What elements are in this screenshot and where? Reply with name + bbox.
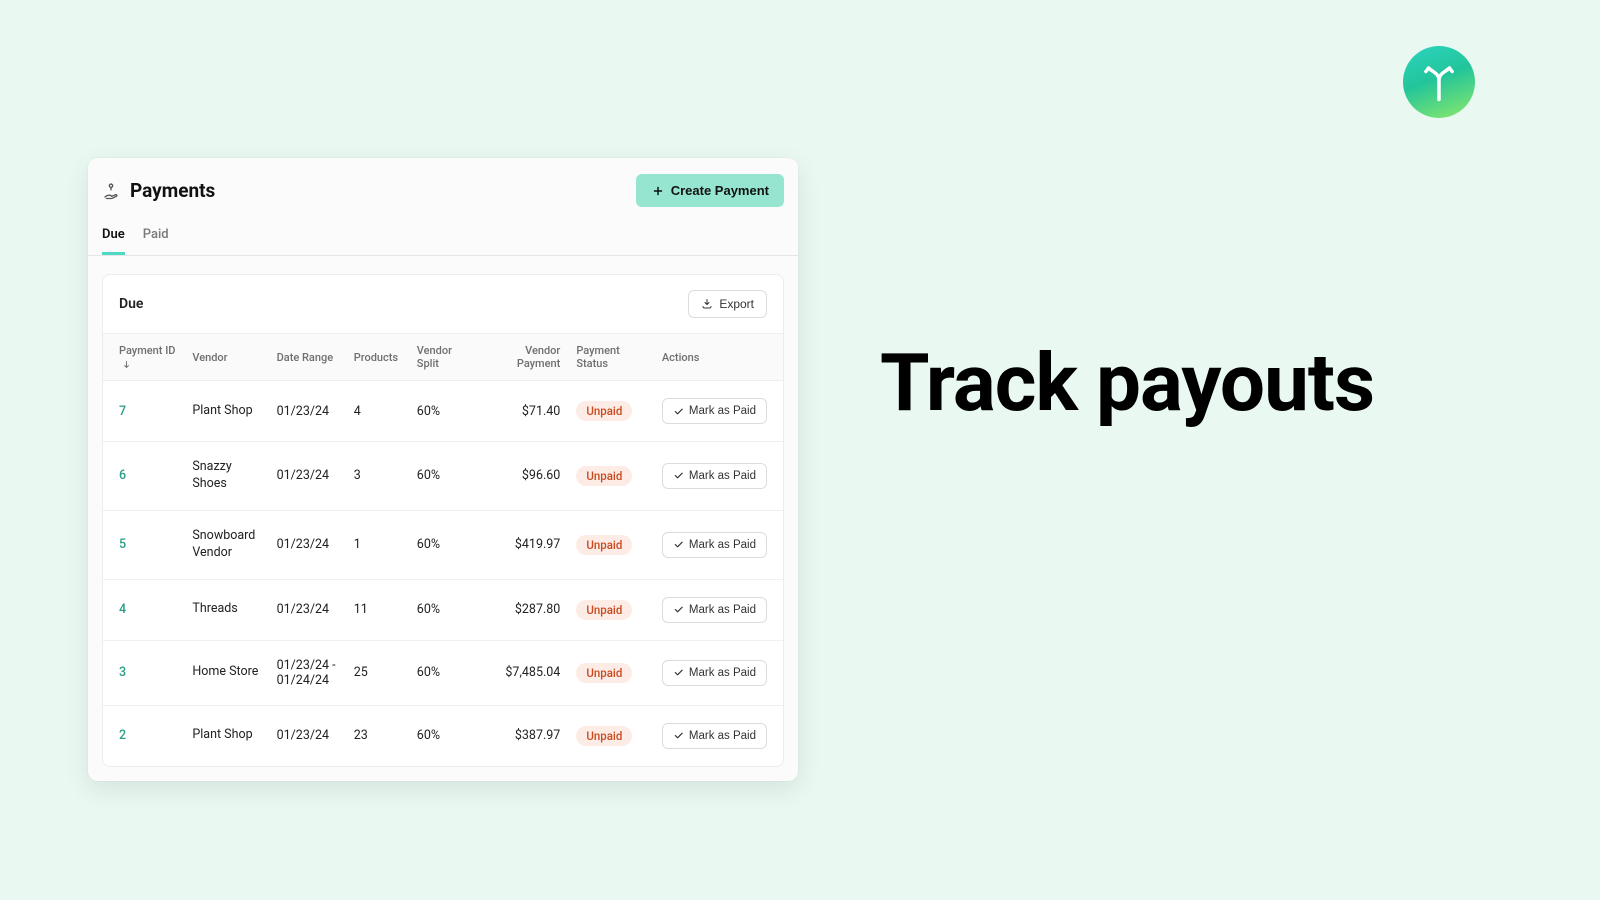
table-row: 2 Plant Shop01/23/242360%$387.97 Unpaid Mar… [103, 705, 783, 766]
mark-as-paid-button[interactable]: Mark as Paid [662, 532, 767, 558]
payment-id-link[interactable]: 4 [119, 602, 126, 617]
split-cell: 60% [409, 381, 482, 442]
col-vendor[interactable]: Vendor [184, 334, 268, 381]
plus-icon [651, 184, 665, 198]
table-row: 5 Snowboard Vendor01/23/24160%$419.97 Unpa… [103, 510, 783, 579]
check-icon [673, 406, 684, 417]
section-title: Due [119, 296, 143, 312]
create-payment-button[interactable]: Create Payment [636, 174, 784, 207]
date-cell: 01/23/24 - 01/24/24 [269, 640, 346, 705]
export-button[interactable]: Export [688, 290, 767, 318]
check-icon [673, 470, 684, 481]
col-products[interactable]: Products [346, 334, 409, 381]
col-date-range[interactable]: Date Range [269, 334, 346, 381]
mark-as-paid-button[interactable]: Mark as Paid [662, 597, 767, 623]
split-cell: 60% [409, 640, 482, 705]
status-badge: Unpaid [576, 535, 632, 555]
products-cell: 1 [346, 510, 409, 579]
payment-cell: $71.40 [482, 381, 569, 442]
vendor-cell: Snowboard Vendor [184, 510, 268, 579]
payment-id-link[interactable]: 3 [119, 665, 126, 680]
table-row: 7 Plant Shop01/23/24460%$71.40 Unpaid Mark … [103, 381, 783, 442]
products-cell: 23 [346, 705, 409, 766]
payment-id-link[interactable]: 7 [119, 404, 126, 419]
col-vendor-payment[interactable]: Vendor Payment [482, 334, 569, 381]
payment-cell: $7,485.04 [482, 640, 569, 705]
payments-panel: Payments Create Payment Due Paid Due Exp… [88, 158, 798, 781]
products-cell: 25 [346, 640, 409, 705]
col-actions: Actions [654, 334, 783, 381]
payment-cell: $96.60 [482, 442, 569, 511]
status-badge: Unpaid [576, 401, 632, 421]
payments-table: Payment ID Vendor Date Range Products Ve… [103, 333, 783, 766]
vendor-cell: Snazzy Shoes [184, 442, 268, 511]
check-icon [673, 730, 684, 741]
payment-id-link[interactable]: 5 [119, 537, 126, 552]
brand-logo [1403, 46, 1475, 118]
mark-as-paid-button[interactable]: Mark as Paid [662, 463, 767, 489]
check-icon [673, 667, 684, 678]
check-icon [673, 539, 684, 550]
status-badge: Unpaid [576, 466, 632, 486]
split-cell: 60% [409, 579, 482, 640]
table-row: 3 Home Store01/23/24 - 01/24/242560%$7,48… [103, 640, 783, 705]
marketing-headline: Track payouts [880, 340, 1374, 426]
vendor-cell: Home Store [184, 640, 268, 705]
split-cell: 60% [409, 442, 482, 511]
status-badge: Unpaid [576, 726, 632, 746]
split-cell: 60% [409, 705, 482, 766]
mark-as-paid-button[interactable]: Mark as Paid [662, 398, 767, 424]
products-cell: 4 [346, 381, 409, 442]
due-section: Due Export Payment ID Vendor Date Range … [102, 274, 784, 767]
download-icon [701, 298, 713, 310]
tab-due[interactable]: Due [102, 227, 125, 255]
status-badge: Unpaid [576, 663, 632, 683]
mark-as-paid-button[interactable]: Mark as Paid [662, 723, 767, 749]
hand-coin-icon [102, 182, 120, 200]
products-cell: 3 [346, 442, 409, 511]
page-title: Payments [130, 179, 215, 202]
trident-icon [1418, 61, 1460, 103]
products-cell: 11 [346, 579, 409, 640]
col-payment-status[interactable]: Payment Status [568, 334, 654, 381]
col-vendor-split[interactable]: Vendor Split [409, 334, 482, 381]
check-icon [673, 604, 684, 615]
create-payment-label: Create Payment [671, 183, 769, 198]
payment-id-link[interactable]: 2 [119, 728, 126, 743]
date-cell: 01/23/24 [269, 381, 346, 442]
vendor-cell: Plant Shop [184, 705, 268, 766]
split-cell: 60% [409, 510, 482, 579]
mark-as-paid-button[interactable]: Mark as Paid [662, 660, 767, 686]
status-badge: Unpaid [576, 600, 632, 620]
date-cell: 01/23/24 [269, 442, 346, 511]
table-row: 4 Threads01/23/241160%$287.80 Unpaid Mark a… [103, 579, 783, 640]
payment-id-link[interactable]: 6 [119, 468, 126, 483]
date-cell: 01/23/24 [269, 705, 346, 766]
date-cell: 01/23/24 [269, 579, 346, 640]
col-payment-id[interactable]: Payment ID [103, 334, 184, 381]
vendor-cell: Plant Shop [184, 381, 268, 442]
sort-desc-icon [122, 360, 131, 369]
date-cell: 01/23/24 [269, 510, 346, 579]
tabs: Due Paid [88, 207, 798, 256]
table-row: 6 Snazzy Shoes01/23/24360%$96.60 Unpaid Mar… [103, 442, 783, 511]
export-label: Export [719, 297, 754, 311]
payment-cell: $387.97 [482, 705, 569, 766]
vendor-cell: Threads [184, 579, 268, 640]
payment-cell: $419.97 [482, 510, 569, 579]
tab-paid[interactable]: Paid [143, 227, 169, 255]
payment-cell: $287.80 [482, 579, 569, 640]
